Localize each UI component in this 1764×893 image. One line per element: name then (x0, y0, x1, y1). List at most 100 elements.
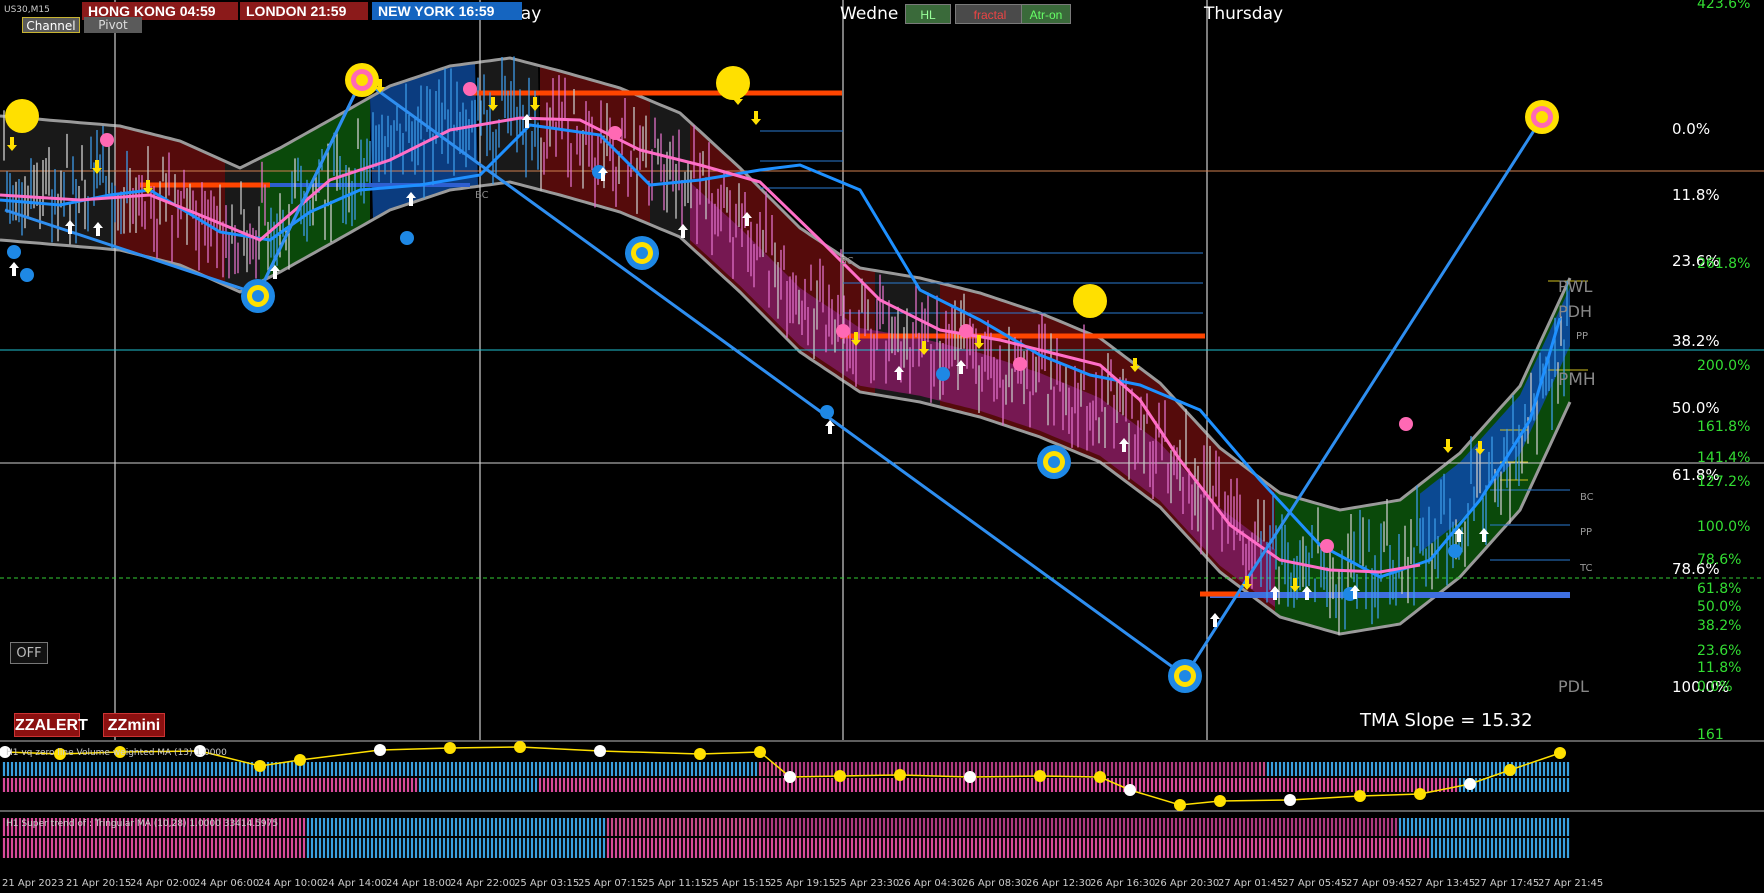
session-london: LONDON 21:59 (240, 2, 368, 20)
fib-level-label-3: 38.2% (1672, 332, 1720, 350)
time-axis-label-16: 26 Apr 12:30 (1026, 878, 1091, 889)
pivot-label-2: PP (1576, 331, 1588, 342)
vwma-dot-5 (294, 754, 306, 766)
band-segment-2 (225, 158, 260, 292)
ext-fib-label-1: 261.8% (1697, 256, 1750, 272)
vwma-dot-6 (374, 744, 386, 756)
time-axis-label-13: 25 Apr 23:30 (834, 878, 899, 889)
vwma-dot-26 (1554, 747, 1566, 759)
zzalert-button[interactable]: ZZALERT (14, 713, 88, 737)
time-axis-label-3: 24 Apr 06:00 (194, 878, 259, 889)
pink-fractal-dot-4 (959, 324, 973, 338)
vwma-dot-19 (1174, 799, 1186, 811)
pivot-label-9: BC (840, 256, 854, 267)
blue-fractal-dot-2 (400, 231, 414, 245)
time-axis-label-15: 26 Apr 08:30 (962, 878, 1027, 889)
sub1-title: H1 vq zero line Volume weighted MA (13) … (6, 748, 227, 758)
fib-level-label-1: 11.8% (1672, 186, 1720, 204)
vwma-dot-21 (1284, 794, 1296, 806)
pink-fractal-dot-0 (100, 133, 114, 147)
pink-fractal-dot-2 (608, 126, 622, 140)
blue-fractal-dot-5 (936, 367, 950, 381)
blue-fractal-dot-0 (7, 245, 21, 259)
time-axis-label-22: 27 Apr 13:45 (1410, 878, 1475, 889)
time-axis-label-19: 27 Apr 01:45 (1218, 878, 1283, 889)
vwma-dot-20 (1214, 795, 1226, 807)
pivot-label-1: PDH (1558, 302, 1592, 321)
fib-level-label-0: 0.0% (1672, 120, 1710, 138)
ext-fib-label-3: 161.8% (1697, 419, 1750, 435)
swing-ring-core-2 (727, 77, 739, 89)
pivot-button[interactable]: Pivot (84, 17, 142, 33)
blue-fractal-dot-7 (1448, 544, 1462, 558)
ext-fib-label-8: 61.8% (1697, 581, 1741, 597)
pivot-label-3: PMH (1558, 370, 1596, 390)
vwma-dot-17 (1094, 771, 1106, 783)
fractal-toggle[interactable]: fractal (955, 4, 1025, 24)
pivot-label-8: BC (475, 190, 489, 201)
swing-ring-core-8 (16, 110, 28, 122)
fib-level-label-4: 50.0% (1672, 399, 1720, 417)
time-axis-label-6: 24 Apr 18:00 (386, 878, 451, 889)
vwma-dot-15 (964, 771, 976, 783)
swing-ring-core-4 (1084, 295, 1096, 307)
atr-toggle[interactable]: Atr-on (1021, 4, 1071, 24)
ext-fib-label-7: 78.6% (1697, 552, 1741, 568)
pink-fractal-dot-6 (1399, 417, 1413, 431)
vwma-dot-16 (1034, 770, 1046, 782)
vwma-dot-13 (834, 770, 846, 782)
blue-fractal-dot-4 (820, 405, 834, 419)
pink-fractal-dot-7 (1013, 357, 1027, 371)
vwma-dot-12 (784, 771, 796, 783)
channel-button[interactable]: Channel (22, 17, 80, 33)
ext-fib-label-10: 38.2% (1697, 618, 1741, 634)
blue-fractal-dot-1 (20, 268, 34, 282)
pivot-label-5: PP (1580, 527, 1592, 538)
pivot-label-6: TC (1579, 563, 1593, 574)
zzmini-button[interactable]: ZZmini (103, 713, 165, 737)
time-axis-label-7: 24 Apr 22:00 (450, 878, 515, 889)
tma-slope-label: TMA Slope = 15.32 (1359, 710, 1533, 731)
vwma-dot-24 (1464, 778, 1476, 790)
time-axis-label-18: 26 Apr 20:30 (1154, 878, 1219, 889)
time-axis-label-11: 25 Apr 15:15 (706, 878, 771, 889)
time-axis-label-4: 24 Apr 10:00 (258, 878, 323, 889)
vwma-dot-4 (254, 760, 266, 772)
ext-fib-label-11: 23.6% (1697, 643, 1741, 659)
ext-fib-label-0: 423.6% (1697, 0, 1750, 12)
vwma-dot-25 (1504, 764, 1516, 776)
vwma-dot-18 (1124, 784, 1136, 796)
swing-ring-core-1 (356, 74, 368, 86)
time-axis-label-17: 26 Apr 16:30 (1090, 878, 1155, 889)
hl-toggle[interactable]: HL (905, 4, 951, 24)
time-axis-label-5: 24 Apr 14:00 (322, 878, 387, 889)
ext-fib-label-9: 50.0% (1697, 599, 1741, 615)
time-axis-label-12: 25 Apr 19:15 (770, 878, 835, 889)
sub2-title: H1 Super trend of : Tringular MA (10,28)… (6, 819, 278, 829)
swing-ring-core-0 (252, 290, 264, 302)
vwma-dot-10 (694, 748, 706, 760)
ext-fib-label-13: 0.0% (1697, 679, 1733, 695)
session-new-york: NEW YORK 16:59 (372, 2, 522, 20)
swing-ring-core-5 (1048, 456, 1060, 468)
time-axis-label-24: 27 Apr 21:45 (1538, 878, 1603, 889)
price-chart[interactable]: US30,M15 day Wedne Thursday0.0%11.8%23.6%38… (0, 0, 1764, 893)
pink-fractal-dot-5 (1320, 539, 1334, 553)
time-axis-label-0: 21 Apr 2023 (2, 878, 64, 889)
time-axis-label-8: 25 Apr 03:15 (514, 878, 579, 889)
time-axis-label-23: 27 Apr 17:45 (1474, 878, 1539, 889)
symbol-label: US30,M15 (4, 5, 50, 15)
vwma-dot-14 (894, 769, 906, 781)
time-axis-label-2: 24 Apr 02:00 (130, 878, 195, 889)
vwma-dot-11 (754, 746, 766, 758)
ext-fib-label-14: 161 (1697, 727, 1724, 743)
vwma-dot-22 (1354, 790, 1366, 802)
vwma-dot-23 (1414, 788, 1426, 800)
time-axis-label-21: 27 Apr 09:45 (1346, 878, 1411, 889)
vwma-dot-8 (514, 741, 526, 753)
ext-fib-label-6: 100.0% (1697, 519, 1750, 535)
pivot-label-4: BC (1580, 492, 1594, 503)
pivot-label-7: PDL (1558, 677, 1589, 696)
day-label-thursday: Thursday (1203, 4, 1283, 24)
off-button[interactable]: OFF (10, 642, 48, 664)
